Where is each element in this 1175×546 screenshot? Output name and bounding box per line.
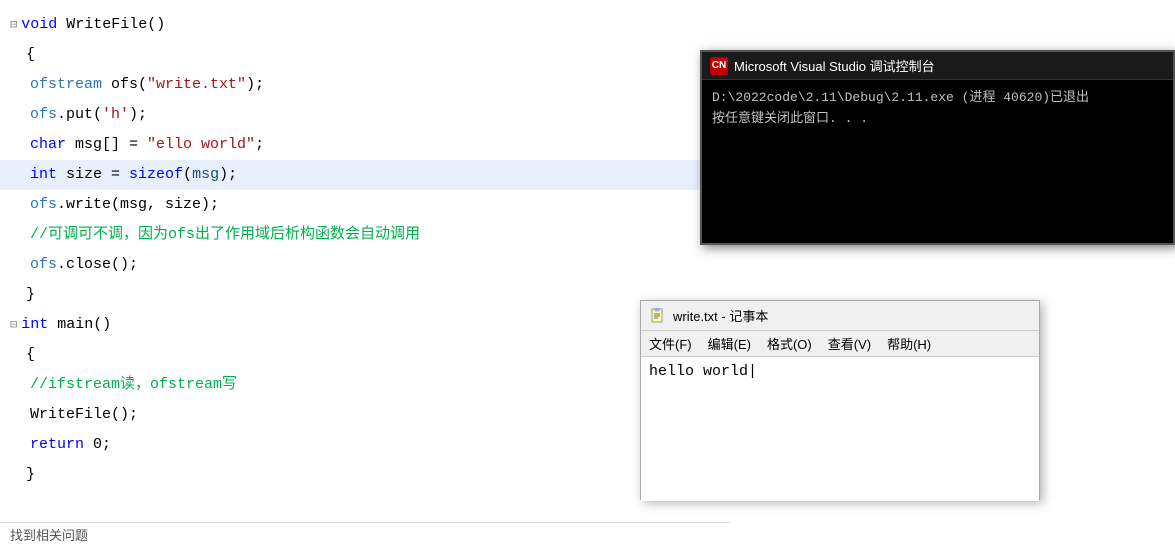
collapse-icon[interactable]: ⊟ xyxy=(10,10,17,40)
token: size = xyxy=(57,160,129,190)
token: ); xyxy=(219,160,237,190)
token: void xyxy=(21,10,57,40)
token: WriteFile() xyxy=(57,10,165,40)
console-line2: 按任意键关闭此窗口. . . xyxy=(712,109,1163,130)
notepad-title: write.txt - 记事本 xyxy=(673,306,768,325)
token: { xyxy=(26,40,35,70)
code-line: ofs.close(); xyxy=(0,250,730,280)
menu-item[interactable]: 查看(V) xyxy=(828,334,871,353)
token: .close(); xyxy=(57,250,138,280)
token: sizeof xyxy=(129,160,183,190)
code-line: ⊟int main() xyxy=(0,310,730,340)
token: ofs( xyxy=(102,70,147,100)
token: 0; xyxy=(84,430,111,460)
code-line: ofs.write(msg, size); xyxy=(0,190,730,220)
menu-item[interactable]: 帮助(H) xyxy=(887,334,931,353)
code-line: //ifstream读，ofstream写 xyxy=(0,370,730,400)
token: (); xyxy=(111,400,138,430)
console-window: CN Microsoft Visual Studio 调试控制台 D:\2022… xyxy=(700,50,1175,245)
menu-item[interactable]: 格式(O) xyxy=(767,334,812,353)
code-line: { xyxy=(0,40,730,70)
token: ofstream xyxy=(30,70,102,100)
code-line: char msg[] = "ello world"; xyxy=(0,130,730,160)
status-text: 找到相关问题 xyxy=(10,525,88,544)
token: ; xyxy=(255,130,264,160)
console-title: Microsoft Visual Studio 调试控制台 xyxy=(734,56,935,75)
notepad-window: write.txt - 记事本 文件(F) 编辑(E) 格式(O) 查看(V) 帮助(H… xyxy=(640,300,1040,500)
menu-item[interactable]: 文件(F) xyxy=(649,334,692,353)
token: //ifstream读，ofstream写 xyxy=(30,370,237,400)
code-line: WriteFile(); xyxy=(0,400,730,430)
token: 'h' xyxy=(102,100,129,130)
code-editor: ⊟void WriteFile(){ofstream ofs("write.tx… xyxy=(0,0,730,546)
token: } xyxy=(26,460,35,490)
token: ofs xyxy=(30,190,57,220)
code-line: return 0; xyxy=(0,430,730,460)
token: } xyxy=(26,280,35,310)
notepad-menubar[interactable]: 文件(F) 编辑(E) 格式(O) 查看(V) 帮助(H) xyxy=(641,331,1039,357)
code-line: ⊟void WriteFile() xyxy=(0,10,730,40)
token: ( xyxy=(183,160,192,190)
token: ofs xyxy=(30,250,57,280)
token: .put( xyxy=(57,100,102,130)
notepad-body: hello world xyxy=(641,357,1039,501)
token: return xyxy=(30,430,84,460)
token: .write( xyxy=(57,190,120,220)
console-titlebar: CN Microsoft Visual Studio 调试控制台 xyxy=(702,52,1173,80)
token: msg[] = xyxy=(66,130,147,160)
token: char xyxy=(30,130,66,160)
token: "write.txt" xyxy=(147,70,246,100)
token: { xyxy=(26,340,35,370)
status-bar: 找到相关问题 xyxy=(0,522,730,546)
token: msg, size); xyxy=(120,190,219,220)
notepad-icon xyxy=(649,307,667,325)
token: int xyxy=(30,160,57,190)
code-line: ofstream ofs("write.txt"); xyxy=(0,70,730,100)
notepad-content: hello world xyxy=(649,363,748,380)
code-line: { xyxy=(0,340,730,370)
token: ofs xyxy=(30,100,57,130)
console-body: D:\2022code\2.11\Debug\2.11.exe (进程 4062… xyxy=(702,80,1173,138)
token: msg xyxy=(192,160,219,190)
code-content: ⊟void WriteFile(){ofstream ofs("write.tx… xyxy=(0,0,730,500)
token: main() xyxy=(48,310,111,340)
collapse-icon[interactable]: ⊟ xyxy=(10,310,17,340)
code-line: } xyxy=(0,460,730,490)
token: int xyxy=(21,310,48,340)
token: WriteFile xyxy=(30,400,111,430)
token: //可调可不调，因为ofs出了作用域后析构函数会自动调用 xyxy=(30,220,420,250)
text-cursor xyxy=(748,363,757,380)
token: ); xyxy=(129,100,147,130)
token: ); xyxy=(246,70,264,100)
code-line: ofs.put('h'); xyxy=(0,100,730,130)
code-line: int size = sizeof(msg); xyxy=(0,160,730,190)
menu-item[interactable]: 编辑(E) xyxy=(708,334,751,353)
token: "ello world" xyxy=(147,130,255,160)
console-line1: D:\2022code\2.11\Debug\2.11.exe (进程 4062… xyxy=(712,88,1163,109)
console-icon: CN xyxy=(710,57,728,75)
code-line: } xyxy=(0,280,730,310)
code-line: //可调可不调，因为ofs出了作用域后析构函数会自动调用 xyxy=(0,220,730,250)
notepad-titlebar: write.txt - 记事本 xyxy=(641,301,1039,331)
